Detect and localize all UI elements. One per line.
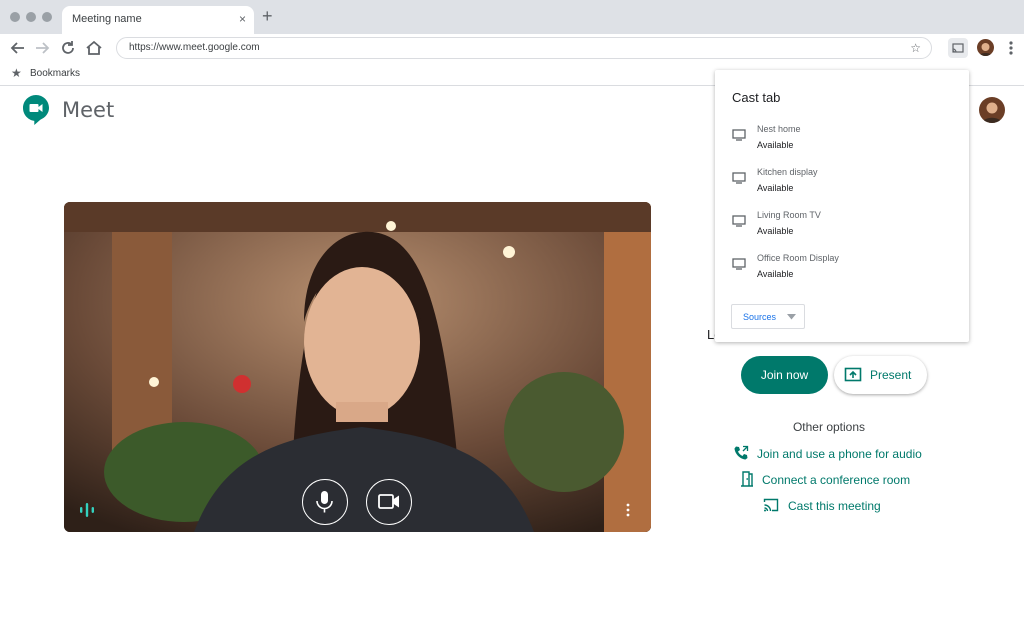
window-close-dot[interactable] (10, 12, 20, 22)
present-button[interactable]: Present (834, 356, 927, 394)
cast-meeting-option[interactable]: Cast this meeting (763, 496, 893, 516)
bookmark-star-icon[interactable]: ☆ (910, 41, 921, 55)
sources-dropdown[interactable]: Sources (731, 304, 805, 329)
phone-icon (734, 445, 749, 460)
cast-device-item[interactable]: Kitchen display Available (715, 164, 969, 204)
cast-tab-popup: Cast tab Nest home Available Kitchen dis… (715, 70, 969, 342)
conference-room-option[interactable]: Connect a conference room (739, 470, 919, 490)
video-camera-icon (378, 494, 399, 509)
cast-device-status: Available (757, 226, 794, 236)
back-icon[interactable] (8, 38, 28, 58)
cast-device-name: Kitchen display (757, 167, 818, 177)
window-minimize-dot[interactable] (26, 12, 36, 22)
tab-title: Meeting name (72, 13, 142, 25)
browser-tab[interactable]: Meeting name × (62, 6, 254, 34)
browser-toolbar: https://www.meet.google.com ☆ (0, 34, 1024, 62)
cast-device-status: Available (757, 183, 794, 193)
cast-device-name: Living Room TV (757, 210, 821, 220)
profile-avatar-small[interactable] (977, 39, 994, 56)
bookmarks-label[interactable]: Bookmarks (30, 68, 80, 79)
browser-menu-icon[interactable] (1006, 38, 1016, 58)
tv-icon (732, 258, 746, 270)
avatar-icon (977, 39, 994, 56)
browser-tab-strip: Meeting name × + (0, 0, 1024, 34)
bookmarks-star-icon: ★ (11, 66, 22, 80)
cast-device-item[interactable]: Living Room TV Available (715, 207, 969, 247)
cast-device-name: Nest home (757, 124, 801, 134)
cast-icon (952, 43, 964, 53)
tv-icon (732, 172, 746, 184)
phone-audio-label: Join and use a phone for audio (757, 447, 922, 461)
door-icon (741, 471, 753, 487)
new-tab-button[interactable]: + (262, 7, 273, 25)
camera-toggle-button[interactable] (366, 479, 412, 525)
tab-close-icon[interactable]: × (239, 12, 246, 26)
meet-logo-icon (23, 95, 49, 125)
tv-icon (732, 215, 746, 227)
cast-device-item[interactable]: Nest home Available (715, 121, 969, 161)
forward-icon[interactable] (32, 38, 52, 58)
cast-meeting-label: Cast this meeting (788, 499, 881, 513)
address-bar[interactable]: https://www.meet.google.com ☆ (116, 37, 932, 59)
microphone-toggle-button[interactable] (302, 479, 348, 525)
cast-device-status: Available (757, 269, 794, 279)
microphone-icon (316, 491, 333, 513)
join-now-button[interactable]: Join now (741, 356, 828, 394)
cast-popup-title: Cast tab (732, 90, 781, 105)
present-label: Present (870, 368, 912, 382)
phone-audio-option[interactable]: Join and use a phone for audio (733, 444, 923, 464)
tv-icon (732, 129, 746, 141)
audio-level-icon (80, 503, 94, 517)
app-title: Meet (62, 98, 115, 122)
sources-label: Sources (743, 312, 777, 322)
more-options-icon[interactable] (624, 502, 632, 518)
url-text: https://www.meet.google.com (129, 42, 260, 53)
cast-toolbar-button[interactable] (948, 38, 968, 58)
conference-room-label: Connect a conference room (762, 473, 911, 487)
window-maximize-dot[interactable] (42, 12, 52, 22)
reload-icon[interactable] (58, 38, 78, 58)
other-options-heading: Other options (792, 420, 866, 434)
cast-device-name: Office Room Display (757, 253, 839, 263)
avatar-icon (979, 97, 1005, 123)
cast-device-status: Available (757, 140, 794, 150)
camera-preview-image (64, 202, 651, 532)
home-icon[interactable] (84, 38, 104, 58)
camera-preview (64, 202, 651, 532)
cast-icon (763, 498, 779, 512)
account-avatar[interactable] (979, 97, 1005, 123)
cast-device-item[interactable]: Office Room Display Available (715, 250, 969, 290)
chevron-down-icon (787, 314, 796, 320)
present-screen-icon (844, 367, 862, 382)
